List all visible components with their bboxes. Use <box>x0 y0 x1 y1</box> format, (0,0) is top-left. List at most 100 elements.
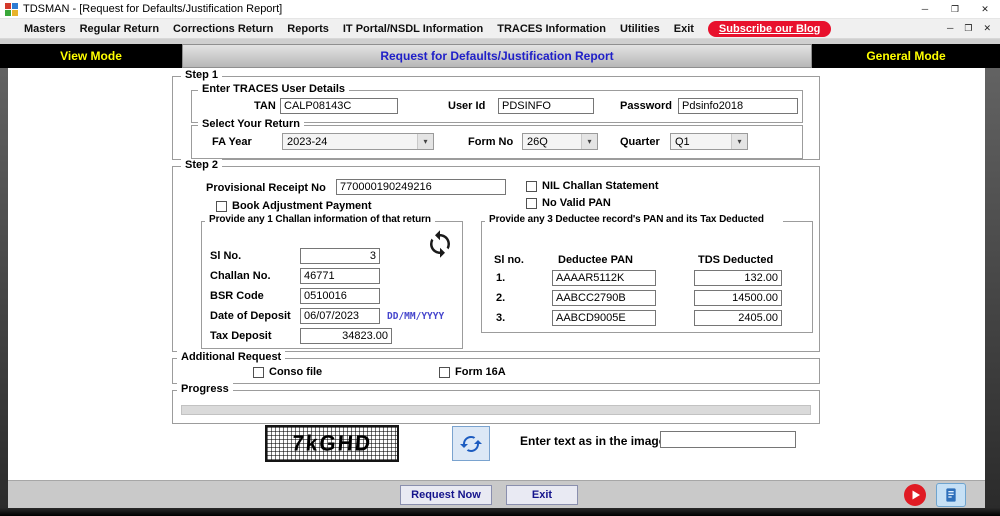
deductee-row2-tds-input[interactable] <box>694 290 782 306</box>
no-valid-pan-checkbox[interactable]: No Valid PAN <box>526 197 611 209</box>
deductee-row1-tds-input[interactable] <box>694 270 782 286</box>
challan-no-label: Challan No. <box>210 270 271 282</box>
deductee-row3-tds-input[interactable] <box>694 310 782 326</box>
tax-deposit-label: Tax Deposit <box>210 330 272 342</box>
view-mode-button[interactable]: View Mode <box>0 44 182 68</box>
menu-masters[interactable]: Masters <box>24 23 66 35</box>
report-doc-button[interactable] <box>936 483 966 507</box>
request-now-button[interactable]: Request Now <box>400 485 492 505</box>
challan-info-group: Provide any 1 Challan information of tha… <box>201 221 463 349</box>
checkbox-box <box>439 367 450 378</box>
app-window: TDSMAN - [Request for Defaults/Justifica… <box>0 0 1000 516</box>
menu-regular-return[interactable]: Regular Return <box>80 23 159 35</box>
challan-no-input[interactable] <box>300 268 380 284</box>
checkbox-box <box>526 198 537 209</box>
form16a-label: Form 16A <box>455 366 506 378</box>
traces-user-group-title: Enter TRACES User Details <box>198 83 349 95</box>
main-panel: Step 1 Enter TRACES User Details TAN Use… <box>8 68 985 480</box>
mdi-restore-icon[interactable]: ❐ <box>964 23 972 34</box>
nil-challan-checkbox[interactable]: NIL Challan Statement <box>526 180 659 192</box>
tax-deposit-input[interactable] <box>300 328 392 344</box>
prn-label: Provisional Receipt No <box>206 182 326 194</box>
bsr-code-input[interactable] <box>300 288 380 304</box>
deductee-row2-pan-input[interactable] <box>552 290 656 306</box>
menu-corrections-return[interactable]: Corrections Return <box>173 23 273 35</box>
mdi-close-icon[interactable]: ✕ <box>983 23 991 34</box>
deductee-header-slno: Sl no. <box>494 254 524 266</box>
book-adjustment-checkbox[interactable]: Book Adjustment Payment <box>216 200 372 212</box>
close-icon[interactable]: ✕ <box>970 0 1000 18</box>
captcha-refresh-button[interactable] <box>452 426 490 461</box>
minimize-icon[interactable]: ─ <box>910 0 940 18</box>
progress-title: Progress <box>177 383 233 395</box>
restore-icon[interactable]: ❐ <box>940 0 970 18</box>
title-bar: TDSMAN - [Request for Defaults/Justifica… <box>0 0 1000 19</box>
step1-group: Step 1 Enter TRACES User Details TAN Use… <box>172 76 820 160</box>
progress-bar <box>181 405 811 415</box>
select-return-group: Select Your Return FA Year 2023-24 ▾ For… <box>191 125 803 159</box>
form-no-value: 26Q <box>523 136 581 148</box>
chevron-down-icon: ▾ <box>731 134 747 149</box>
captcha-input[interactable] <box>660 431 796 448</box>
step2-group: Step 2 Provisional Receipt No NIL Challa… <box>172 166 820 352</box>
slno-label: Sl No. <box>210 250 241 262</box>
no-valid-pan-label: No Valid PAN <box>542 197 611 209</box>
deductee-row2-sl: 2. <box>496 292 505 304</box>
deductee-header-pan: Deductee PAN <box>558 254 633 266</box>
bottom-edge <box>0 508 1000 516</box>
captcha-image: 7kGHD <box>265 425 399 462</box>
nil-challan-label: NIL Challan Statement <box>542 180 659 192</box>
form-no-label: Form No <box>468 136 513 148</box>
date-of-deposit-input[interactable] <box>300 308 380 324</box>
chevron-down-icon: ▾ <box>581 134 597 149</box>
video-help-button[interactable] <box>903 483 927 507</box>
password-input[interactable] <box>678 98 798 114</box>
conso-file-label: Conso file <box>269 366 322 378</box>
menu-utilities[interactable]: Utilities <box>620 23 660 35</box>
deductee-row3-pan-input[interactable] <box>552 310 656 326</box>
tan-label: TAN <box>254 100 276 112</box>
select-return-group-title: Select Your Return <box>198 118 304 130</box>
mdi-window-controls: ─ ❐ ✕ <box>947 23 1000 34</box>
date-of-deposit-label: Date of Deposit <box>210 310 291 322</box>
deductee-group: Provide any 3 Deductee record's PAN and … <box>481 221 813 333</box>
mdi-minimize-icon[interactable]: ─ <box>947 23 953 34</box>
bsr-code-label: BSR Code <box>210 290 264 302</box>
general-mode-button[interactable]: General Mode <box>812 44 1000 68</box>
date-format-hint: DD/MM/YYYY <box>387 311 444 322</box>
conso-file-checkbox[interactable]: Conso file <box>253 366 322 378</box>
quarter-label: Quarter <box>620 136 660 148</box>
menu-it-portal-nsdl[interactable]: IT Portal/NSDL Information <box>343 23 483 35</box>
checkbox-box <box>216 201 227 212</box>
menu-bar: Masters Regular Return Corrections Retur… <box>0 19 1000 39</box>
challan-refresh-button[interactable] <box>424 228 456 260</box>
subscribe-blog-button[interactable]: Subscribe our Blog <box>708 21 831 37</box>
tan-input[interactable] <box>280 98 398 114</box>
deductee-row3-sl: 3. <box>496 312 505 324</box>
fa-year-select[interactable]: 2023-24 ▾ <box>282 133 434 150</box>
menu-reports[interactable]: Reports <box>287 23 329 35</box>
bottom-bar: Request Now Exit <box>8 480 985 508</box>
app-icon <box>5 3 18 16</box>
challan-group-title: Provide any 1 Challan information of tha… <box>205 214 435 225</box>
chevron-down-icon: ▾ <box>417 134 433 149</box>
fa-year-label: FA Year <box>212 136 252 148</box>
password-label: Password <box>620 100 672 112</box>
menu-exit[interactable]: Exit <box>674 23 694 35</box>
exit-button[interactable]: Exit <box>506 485 578 505</box>
step2-title: Step 2 <box>181 159 222 171</box>
prn-input[interactable] <box>336 179 506 195</box>
checkbox-box <box>253 367 264 378</box>
form16a-checkbox[interactable]: Form 16A <box>439 366 506 378</box>
deductee-group-title: Provide any 3 Deductee record's PAN and … <box>485 214 783 226</box>
captcha-text: 7kGHD <box>291 431 373 456</box>
quarter-value: Q1 <box>671 136 731 148</box>
userid-input[interactable] <box>498 98 594 114</box>
deductee-row1-pan-input[interactable] <box>552 270 656 286</box>
slno-input[interactable] <box>300 248 380 264</box>
menu-traces-information[interactable]: TRACES Information <box>497 23 606 35</box>
quarter-select[interactable]: Q1 ▾ <box>670 133 748 150</box>
userid-label: User Id <box>448 100 485 112</box>
captcha-entry-label: Enter text as in the image <box>520 434 665 448</box>
form-no-select[interactable]: 26Q ▾ <box>522 133 598 150</box>
